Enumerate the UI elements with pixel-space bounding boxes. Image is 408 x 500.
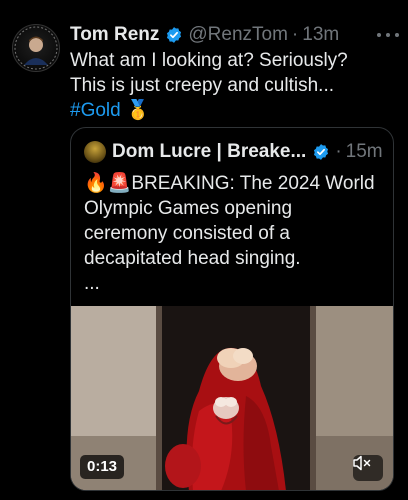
separator-dot: ·	[335, 141, 342, 162]
quoted-text-first: BREAKING: The 2024 World	[131, 173, 375, 194]
gold-medal-emoji: 🥇	[125, 100, 150, 121]
quoted-text-ellipsis: ...	[84, 273, 100, 294]
quoted-text-line: 🔥🚨BREAKING: The 2024 World	[84, 171, 381, 196]
author-avatar[interactable]	[12, 24, 60, 72]
avatar-portrait-icon	[14, 26, 58, 70]
quoted-author-name[interactable]: Dom Lucre | Breake...	[112, 140, 306, 164]
quoted-post-time[interactable]: 15m	[346, 140, 383, 164]
post-time[interactable]: 13m	[302, 23, 339, 47]
post-text: What am I looking at? Seriously? This is…	[70, 48, 394, 123]
quoted-post-text: 🔥🚨BREAKING: The 2024 World Olympic Games…	[84, 171, 381, 296]
video-player[interactable]: 0:13	[71, 306, 393, 490]
verified-badge-icon	[314, 144, 329, 160]
post-text-line: What am I looking at? Seriously?	[70, 50, 348, 71]
fire-siren-emoji: 🔥🚨	[84, 173, 132, 194]
mute-icon[interactable]	[353, 455, 383, 481]
more-options-icon[interactable]	[374, 24, 402, 46]
quoted-post-header: Dom Lucre | Breake... · 15m	[84, 140, 383, 164]
video-duration-badge: 0:13	[80, 455, 125, 479]
post-hashtag-line: #Gold 🥇	[70, 98, 394, 123]
quoted-post-card[interactable]: Dom Lucre | Breake... · 15m 🔥🚨BREAKING: …	[70, 127, 394, 491]
post-header: Tom Renz @RenzTom · 13m	[70, 23, 398, 47]
post-text-line: This is just creepy and cultish...	[70, 75, 334, 96]
speaker-muted-icon	[353, 455, 371, 471]
quoted-text-line: decapitated head singing.	[84, 248, 301, 269]
author-handle[interactable]: @RenzTom	[188, 23, 288, 47]
verified-badge-icon	[167, 27, 182, 43]
hashtag-link[interactable]: #Gold	[70, 100, 121, 121]
author-name[interactable]: Tom Renz	[70, 23, 159, 47]
quoted-author-avatar[interactable]	[84, 141, 106, 163]
separator-dot: ·	[291, 24, 299, 45]
quoted-text-line: ceremony consisted of a	[84, 223, 290, 244]
quoted-text-line: Olympic Games opening	[84, 198, 293, 219]
